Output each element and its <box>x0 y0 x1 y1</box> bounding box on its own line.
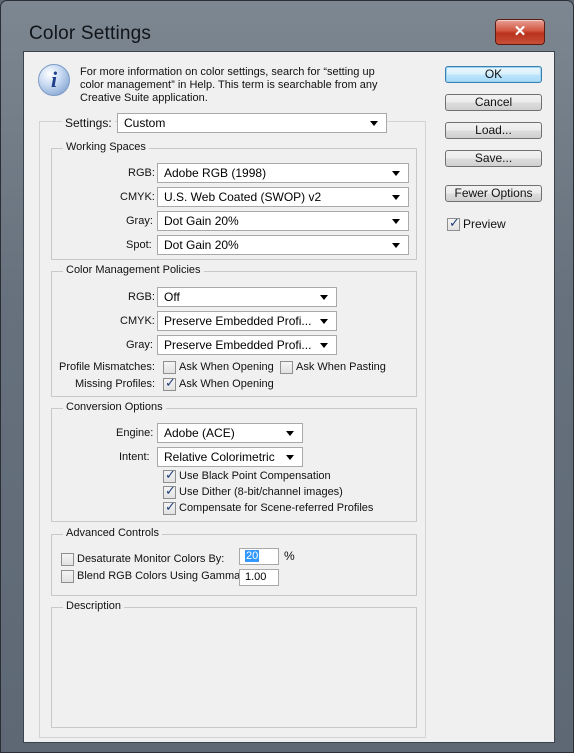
title-bar[interactable]: Color Settings ✕ <box>1 1 573 49</box>
intent-value: Relative Colorimetric <box>164 450 275 464</box>
scene-referred-checkbox[interactable] <box>163 500 176 515</box>
intent-dropdown[interactable]: Relative Colorimetric <box>157 447 303 467</box>
percent-unit: % <box>284 549 295 563</box>
settings-label: Settings: <box>62 116 115 130</box>
ws-cmyk-dropdown[interactable]: U.S. Web Coated (SWOP) v2 <box>157 187 409 207</box>
ws-cmyk-value: U.S. Web Coated (SWOP) v2 <box>164 190 322 204</box>
desaturate-checkbox[interactable] <box>61 553 74 566</box>
close-button[interactable]: ✕ <box>495 19 545 45</box>
chevron-down-icon <box>320 343 328 348</box>
load-button[interactable]: Load... <box>445 122 542 139</box>
chevron-down-icon <box>392 171 400 176</box>
ws-spot-label: Spot: <box>126 239 152 251</box>
save-button[interactable]: Save... <box>445 150 542 167</box>
chevron-down-icon <box>392 219 400 224</box>
engine-value: Adobe (ACE) <box>164 426 235 440</box>
black-point-label[interactable]: Use Black Point Compensation <box>179 470 331 482</box>
cancel-button[interactable]: Cancel <box>445 94 542 111</box>
working-spaces-title: Working Spaces <box>63 141 149 153</box>
ws-rgb-dropdown[interactable]: Adobe RGB (1998) <box>157 163 409 183</box>
ws-rgb-label: RGB: <box>128 167 155 179</box>
scene-referred-label[interactable]: Compensate for Scene-referred Profiles <box>179 502 373 514</box>
chevron-down-icon <box>320 319 328 324</box>
mismatch-ask-pasting-checkbox[interactable] <box>280 361 293 374</box>
chevron-down-icon <box>392 243 400 248</box>
missing-profiles-label: Missing Profiles: <box>75 378 156 390</box>
chevron-down-icon <box>286 431 294 436</box>
blend-gamma-input[interactable]: 1.00 <box>239 569 279 586</box>
blend-gamma-checkbox[interactable] <box>61 570 74 583</box>
mismatch-ask-opening-checkbox[interactable] <box>163 361 176 374</box>
cmp-gray-dropdown[interactable]: Preserve Embedded Profi... <box>157 335 337 355</box>
black-point-checkbox[interactable] <box>163 468 176 483</box>
cmp-gray-value: Preserve Embedded Profi... <box>164 338 312 352</box>
engine-dropdown[interactable]: Adobe (ACE) <box>157 423 303 443</box>
settings-dropdown[interactable]: Custom <box>117 113 387 133</box>
ok-button[interactable]: OK <box>445 66 542 83</box>
ws-spot-value: Dot Gain 20% <box>164 238 239 252</box>
ws-rgb-value: Adobe RGB (1998) <box>164 166 267 180</box>
ws-gray-value: Dot Gain 20% <box>164 214 239 228</box>
policies-title: Color Management Policies <box>63 264 204 276</box>
cmp-rgb-value: Off <box>164 290 180 304</box>
info-message: For more information on color settings, … <box>80 66 378 104</box>
advanced-title: Advanced Controls <box>63 527 162 539</box>
conversion-title: Conversion Options <box>63 401 166 413</box>
dialog-body: i For more information on color settings… <box>23 51 555 743</box>
preview-checkbox[interactable] <box>447 216 460 231</box>
dither-label[interactable]: Use Dither (8-bit/channel images) <box>179 486 343 498</box>
missing-ask-opening-label[interactable]: Ask When Opening <box>179 378 274 390</box>
description-group <box>51 607 417 728</box>
intent-label: Intent: <box>119 451 150 463</box>
advanced-group <box>51 534 417 596</box>
cmp-rgb-dropdown[interactable]: Off <box>157 287 337 307</box>
desaturate-label[interactable]: Desaturate Monitor Colors By: <box>77 553 224 565</box>
chevron-down-icon <box>320 295 328 300</box>
ws-spot-dropdown[interactable]: Dot Gain 20% <box>157 235 409 255</box>
cmp-rgb-label: RGB: <box>128 291 155 303</box>
description-title: Description <box>63 600 125 612</box>
info-icon: i <box>38 64 70 96</box>
chevron-down-icon <box>392 195 400 200</box>
desaturate-value: 20 <box>245 550 260 562</box>
mismatch-ask-opening-label[interactable]: Ask When Opening <box>179 361 274 373</box>
cmp-cmyk-dropdown[interactable]: Preserve Embedded Profi... <box>157 311 337 331</box>
ws-gray-label: Gray: <box>126 215 153 227</box>
fewer-options-button[interactable]: Fewer Options <box>445 185 542 202</box>
cmp-gray-label: Gray: <box>126 339 153 351</box>
ws-gray-dropdown[interactable]: Dot Gain 20% <box>157 211 409 231</box>
dither-checkbox[interactable] <box>163 484 176 499</box>
ws-cmyk-label: CMYK: <box>120 191 155 203</box>
chevron-down-icon <box>286 455 294 460</box>
missing-ask-opening-checkbox[interactable] <box>163 376 176 391</box>
settings-value: Custom <box>124 116 166 130</box>
cmp-cmyk-value: Preserve Embedded Profi... <box>164 314 312 328</box>
mismatch-ask-pasting-label[interactable]: Ask When Pasting <box>296 361 386 373</box>
profile-mismatches-label: Profile Mismatches: <box>59 361 155 373</box>
chevron-down-icon <box>370 121 378 126</box>
color-settings-window: Color Settings ✕ i For more information … <box>0 0 574 753</box>
window-title: Color Settings <box>29 23 152 44</box>
preview-label[interactable]: Preview <box>463 217 506 231</box>
engine-label: Engine: <box>116 427 154 439</box>
blend-gamma-label[interactable]: Blend RGB Colors Using Gamma: <box>77 570 243 582</box>
cmp-cmyk-label: CMYK: <box>120 315 155 327</box>
desaturate-input[interactable]: 20 <box>239 548 279 565</box>
